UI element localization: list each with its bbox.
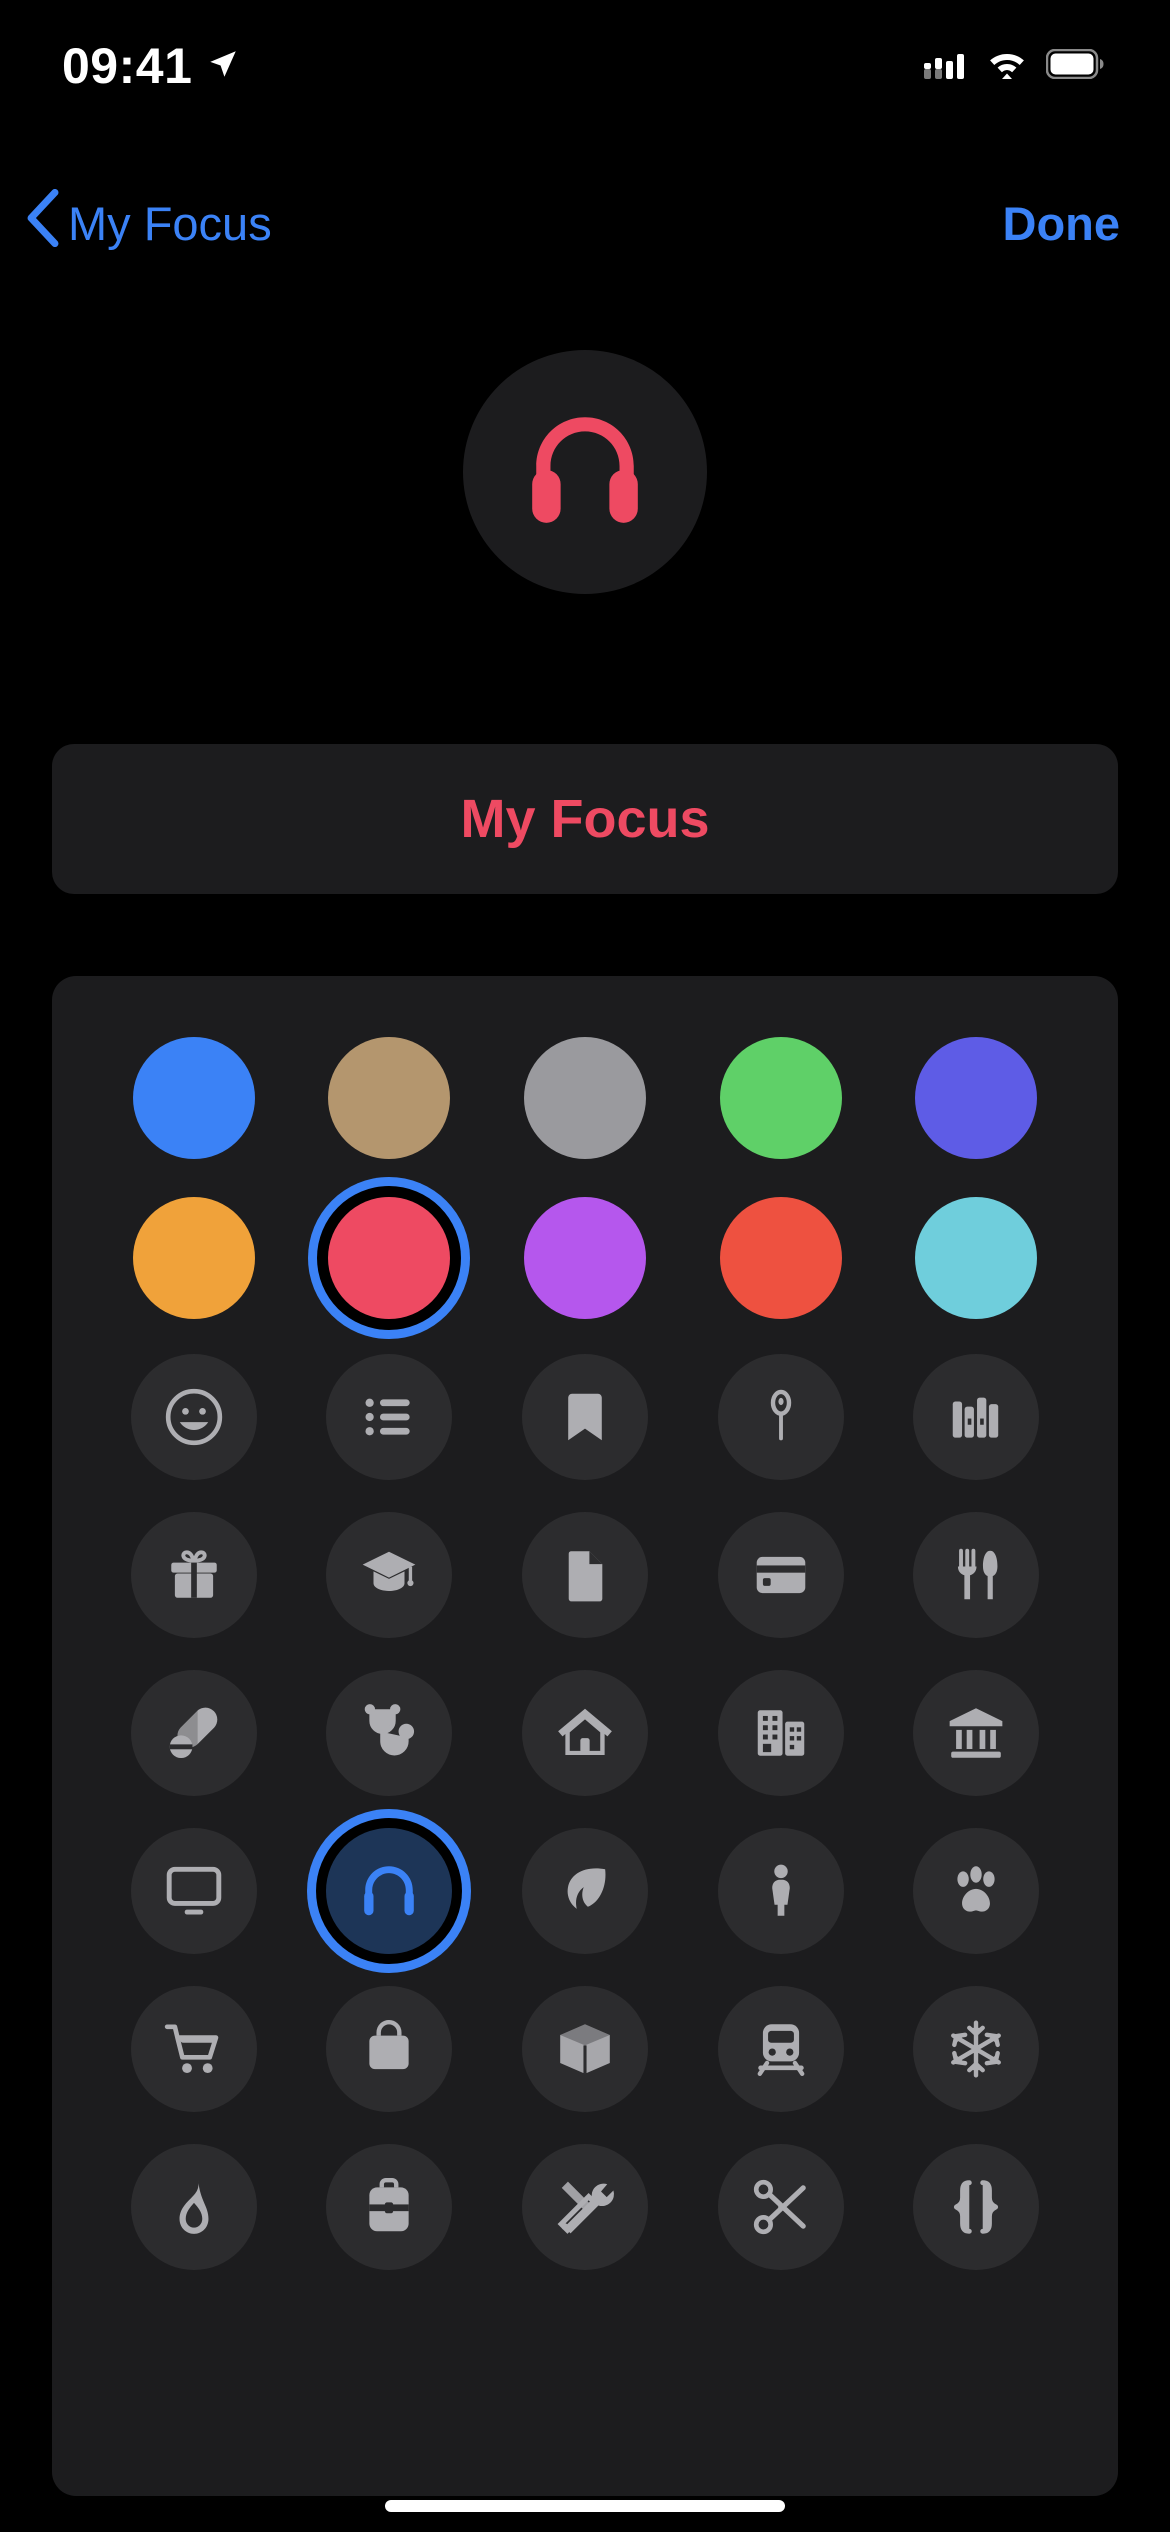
- icon-tile-scissors[interactable]: [717, 2144, 844, 2270]
- icon-tile-house[interactable]: [521, 1670, 648, 1796]
- icon-row-2: [52, 1496, 1118, 1654]
- status-bar-left: 09:41: [62, 41, 240, 91]
- icon-tile-shopping-bag[interactable]: [326, 1986, 453, 2112]
- hero-icon-circle: [463, 350, 707, 594]
- appearance-picker-card: [52, 976, 1118, 2496]
- icon-tile-headphones[interactable]: [326, 1828, 453, 1954]
- color-swatch-pink[interactable]: [307, 1176, 471, 1340]
- icon-tile-briefcase[interactable]: [326, 2144, 453, 2270]
- focus-hero: [0, 350, 1170, 594]
- icon-tile-smiley-face[interactable]: [130, 1354, 257, 1480]
- focus-name-input[interactable]: [52, 788, 1118, 850]
- icon-tile-flame[interactable]: [130, 2144, 257, 2270]
- back-button-label: My Focus: [68, 196, 272, 250]
- icon-tile-building[interactable]: [717, 1670, 844, 1796]
- color-swatch-gray[interactable]: [503, 1016, 667, 1180]
- icon-row-3: [52, 1654, 1118, 1812]
- icon-tile-snowflake[interactable]: [913, 1986, 1040, 2112]
- focus-customization-screen: 09:41 My Focus Done My Focus: [0, 0, 1170, 2532]
- color-swatch-blue[interactable]: [112, 1016, 276, 1180]
- icon-tile-leaf[interactable]: [521, 1828, 648, 1954]
- navigation-bar: My Focus Done: [0, 170, 1170, 276]
- done-button[interactable]: Done: [1003, 196, 1121, 251]
- headphones-icon: [520, 408, 650, 537]
- color-swatch-purple[interactable]: [503, 1176, 667, 1340]
- location-arrow-icon: [206, 47, 240, 86]
- icon-tile-train[interactable]: [717, 1986, 844, 2112]
- icon-tile-bookmark[interactable]: [521, 1354, 648, 1480]
- status-bar-right: [924, 48, 1104, 85]
- icon-tile-bullet-list[interactable]: [326, 1354, 453, 1480]
- icon-tile-person[interactable]: [717, 1828, 844, 1954]
- icon-tile-tools[interactable]: [521, 2144, 648, 2270]
- chevron-left-icon: [26, 188, 60, 258]
- wifi-icon: [986, 48, 1028, 85]
- icon-tile-books[interactable]: [913, 1354, 1040, 1480]
- focus-name-card[interactable]: [52, 744, 1118, 894]
- icon-tile-stethoscope[interactable]: [326, 1670, 453, 1796]
- icon-tile-pin[interactable]: [717, 1354, 844, 1480]
- icon-tile-display[interactable]: [130, 1828, 257, 1954]
- color-swatch-indigo[interactable]: [894, 1016, 1058, 1180]
- icon-tile-curly-braces[interactable]: [913, 2144, 1040, 2270]
- icon-row-1: [52, 1338, 1118, 1496]
- status-bar: 09:41: [0, 0, 1170, 132]
- icon-tile-credit-card[interactable]: [717, 1512, 844, 1638]
- icon-tile-graduation-cap[interactable]: [326, 1512, 453, 1638]
- icon-row-6: [52, 2128, 1118, 2286]
- icon-tile-document[interactable]: [521, 1512, 648, 1638]
- color-swatch-red[interactable]: [699, 1176, 863, 1340]
- cellular-bars-icon: [924, 49, 968, 84]
- color-swatch-teal[interactable]: [894, 1176, 1058, 1340]
- icon-row-4: [52, 1812, 1118, 1970]
- color-swatch-green[interactable]: [699, 1016, 863, 1180]
- color-row-1: [52, 1018, 1118, 1178]
- icon-tile-fork-knife[interactable]: [913, 1512, 1040, 1638]
- icon-tile-bank[interactable]: [913, 1670, 1040, 1796]
- icon-row-5: [52, 1970, 1118, 2128]
- color-row-2: [52, 1178, 1118, 1338]
- status-bar-time: 09:41: [62, 38, 193, 94]
- icon-tile-shopping-cart[interactable]: [130, 1986, 257, 2112]
- battery-icon: [1045, 48, 1104, 84]
- back-button[interactable]: My Focus: [26, 188, 272, 258]
- icon-tile-pawprint[interactable]: [913, 1828, 1040, 1954]
- icon-tile-pills[interactable]: [130, 1670, 257, 1796]
- color-swatch-orange[interactable]: [112, 1176, 276, 1340]
- home-indicator: [385, 2500, 785, 2512]
- icon-tile-box[interactable]: [521, 1986, 648, 2112]
- icon-tile-gift[interactable]: [130, 1512, 257, 1638]
- color-swatch-brown[interactable]: [307, 1016, 471, 1180]
